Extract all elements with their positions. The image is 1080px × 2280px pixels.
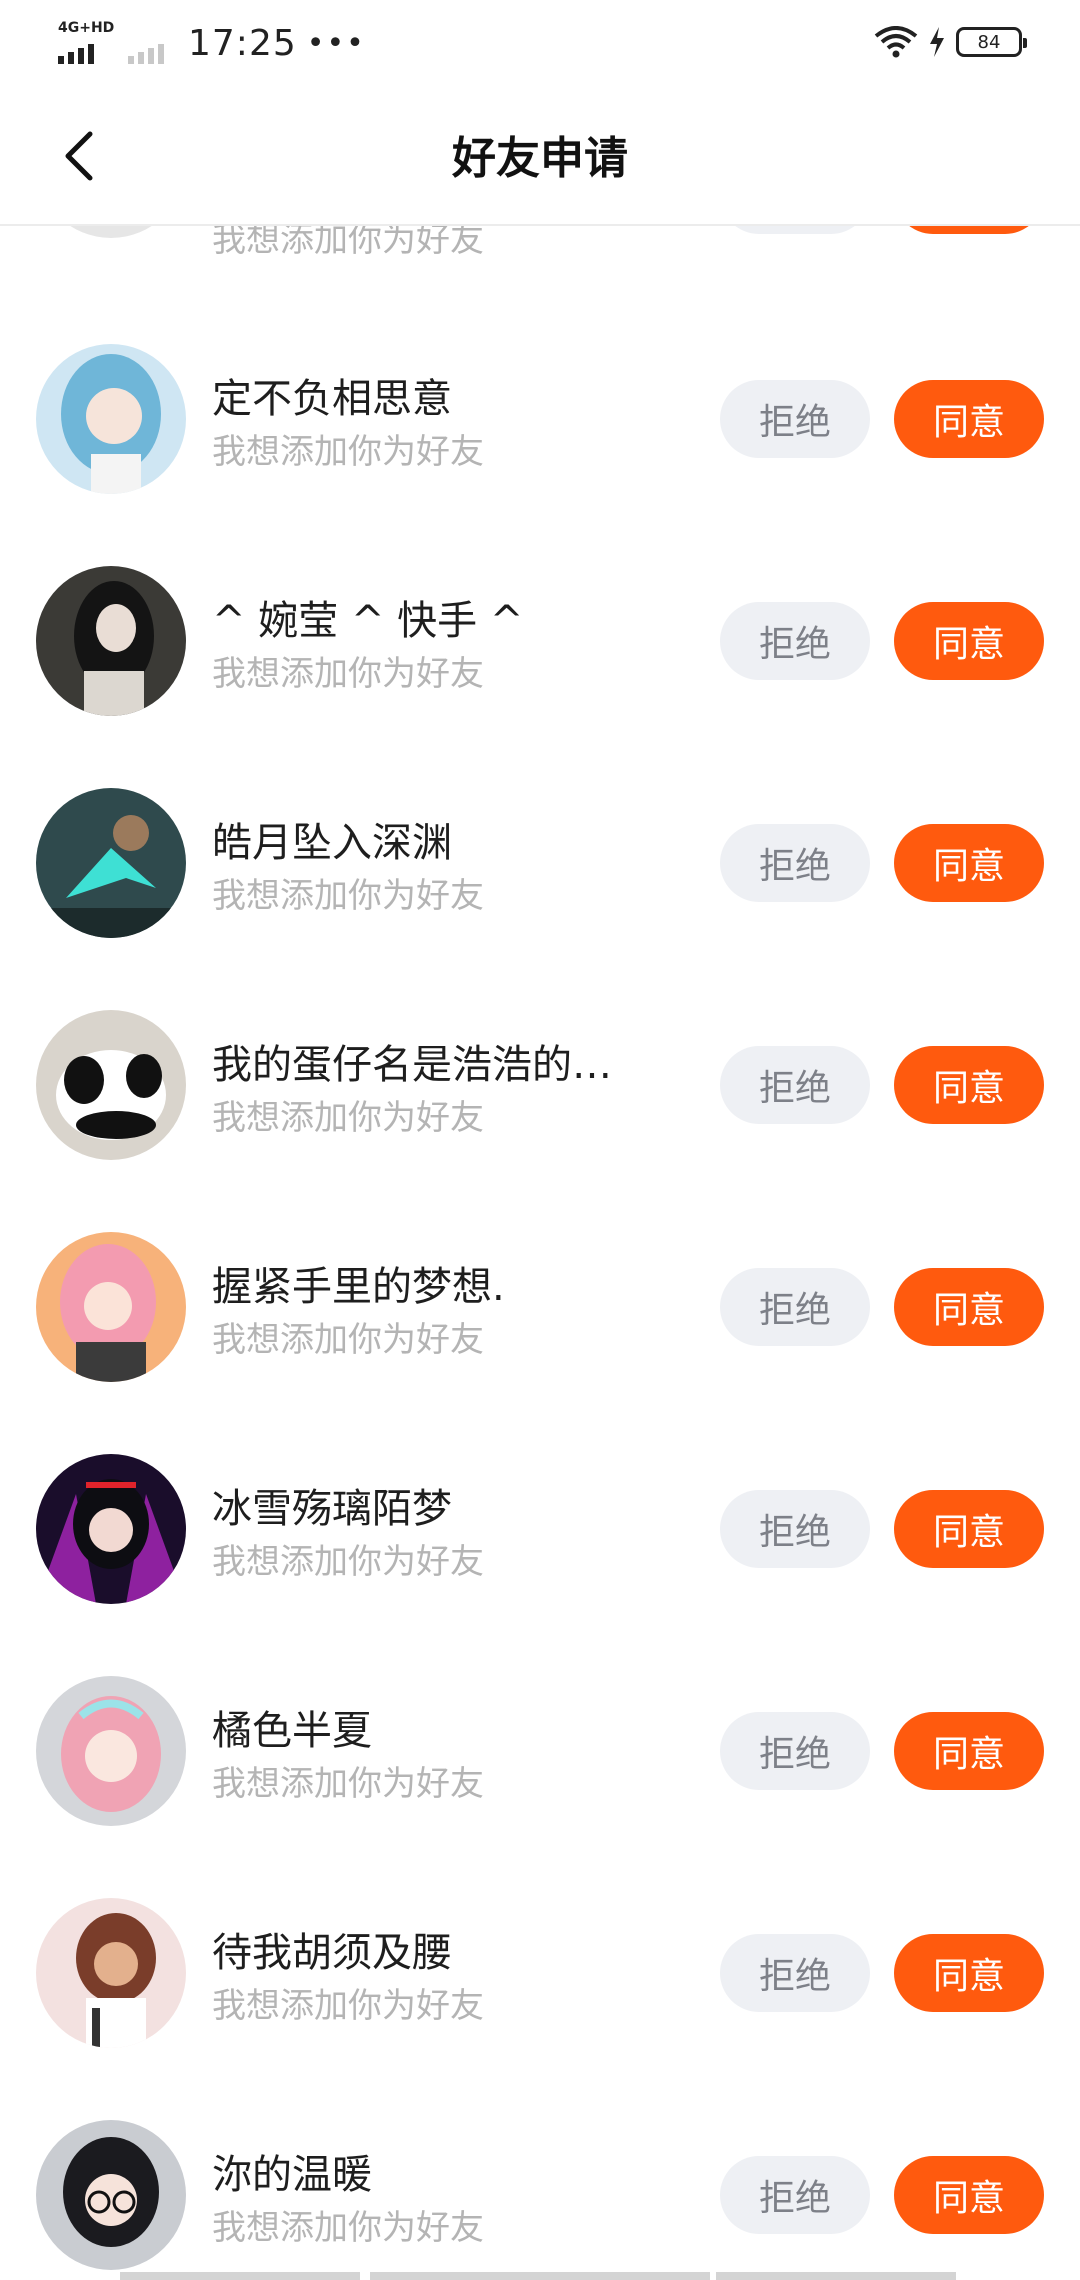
accept-button[interactable]: 同意 [894,1712,1044,1790]
list-item: 冰雪殇璃陌梦 我想添加你为好友 拒绝 同意 [0,1454,1080,1676]
avatar[interactable] [36,344,186,494]
accept-button[interactable]: 同意 [894,1046,1044,1124]
status-bar: 4G+HD 17:25 ••• 84 [0,0,1080,86]
list-item: ^ 婉莹 ^ 快手 ^ 我想添加你为好友 拒绝 同意 [0,566,1080,788]
reject-button[interactable]: 拒绝 [720,824,870,902]
request-message: 我想添加你为好友 [212,226,484,260]
request-message: 我想添加你为好友 [212,1764,484,1804]
accept-button[interactable]: 同意 [894,2156,1044,2234]
accept-button[interactable]: 同意 [894,824,1044,902]
avatar[interactable] [36,226,186,238]
avatar[interactable] [36,1454,186,1604]
list-item: 待我胡须及腰 我想添加你为好友 拒绝 同意 [0,1898,1080,2120]
accept-button[interactable]: 同意 [894,1934,1044,2012]
avatar[interactable] [36,788,186,938]
friend-request-list[interactable]: 我想添加你为好友 拒绝 同意 定不负相思意 我想添加你为好友 拒绝 同意 ^ 婉… [0,226,1080,2280]
reject-button[interactable]: 拒绝 [720,226,870,234]
avatar[interactable] [36,1232,186,1382]
clock: 17:25 [188,22,297,64]
request-message: 我想添加你为好友 [212,1542,484,1582]
requester-name: 橘色半夏 [212,1708,372,1754]
request-message: 我想添加你为好友 [212,1986,484,2026]
signal-2-icon [128,20,172,66]
accept-button[interactable]: 同意 [894,602,1044,680]
network-type: 4G+HD [58,20,115,36]
request-message: 我想添加你为好友 [212,654,484,694]
accept-button[interactable]: 同意 [894,380,1044,458]
battery-icon: 84 [956,27,1027,57]
avatar[interactable] [36,1010,186,1160]
reject-button[interactable]: 拒绝 [720,1046,870,1124]
signal-icon: 4G+HD [58,20,114,66]
request-message: 我想添加你为好友 [212,2208,484,2248]
requester-name: 握紧手里的梦想. [212,1264,505,1310]
list-item: 橘色半夏 我想添加你为好友 拒绝 同意 [0,1676,1080,1898]
header: 好友申请 [0,86,1080,226]
reject-button[interactable]: 拒绝 [720,602,870,680]
avatar[interactable] [36,2120,186,2270]
requester-name: 我的蛋仔名是浩浩的… [212,1042,612,1088]
request-message: 我想添加你为好友 [212,876,484,916]
list-item: 皓月坠入深渊 我想添加你为好友 拒绝 同意 [0,788,1080,1010]
requester-name: 冰雪殇璃陌梦 [212,1486,452,1532]
requester-name: 定不负相思意 [212,376,452,422]
next-item-edge [370,2272,710,2280]
charging-icon [930,27,944,57]
next-item-edge [716,2272,956,2280]
reject-button[interactable]: 拒绝 [720,1712,870,1790]
requester-name: ^ 婉莹 ^ 快手 ^ [212,598,524,644]
list-item: 我的蛋仔名是浩浩的… 我想添加你为好友 拒绝 同意 [0,1010,1080,1232]
accept-button[interactable]: 同意 [894,1268,1044,1346]
requester-name: 沵的温暖 [212,2152,372,2198]
avatar[interactable] [36,566,186,716]
request-message: 我想添加你为好友 [212,432,484,472]
reject-button[interactable]: 拒绝 [720,1268,870,1346]
accept-button[interactable]: 同意 [894,226,1044,234]
avatar[interactable] [36,1898,186,2048]
reject-button[interactable]: 拒绝 [720,2156,870,2234]
list-item: 沵的温暖 我想添加你为好友 拒绝 同意 [0,2120,1080,2280]
more-notifications-icon: ••• [306,25,366,61]
next-item-edge [120,2272,360,2280]
wifi-icon [874,26,918,58]
requester-name: 皓月坠入深渊 [212,820,452,866]
list-item: 握紧手里的梦想. 我想添加你为好友 拒绝 同意 [0,1232,1080,1454]
accept-button[interactable]: 同意 [894,1490,1044,1568]
reject-button[interactable]: 拒绝 [720,1934,870,2012]
requester-name: 待我胡须及腰 [212,1930,452,1976]
battery-level: 84 [977,31,1001,53]
list-item: 定不负相思意 我想添加你为好友 拒绝 同意 [0,344,1080,566]
avatar[interactable] [36,1676,186,1826]
request-message: 我想添加你为好友 [212,1320,484,1360]
reject-button[interactable]: 拒绝 [720,1490,870,1568]
page-title: 好友申请 [452,133,628,184]
request-message: 我想添加你为好友 [212,1098,484,1138]
reject-button[interactable]: 拒绝 [720,380,870,458]
